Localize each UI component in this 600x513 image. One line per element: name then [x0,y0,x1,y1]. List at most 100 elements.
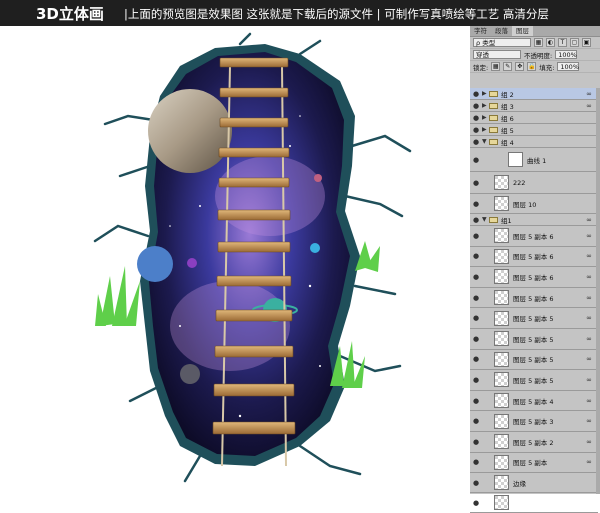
layer-row[interactable]: ● [470,493,598,513]
adjustment-filter-icon[interactable]: ◐ [546,38,555,47]
layer-name[interactable]: 图层 5 副本 4 [513,396,553,406]
layer-name[interactable]: 图层 5 副本 6 [513,251,553,261]
layer-group-row[interactable]: ● ▶ 组 6 [470,112,598,124]
visibility-eye-icon[interactable]: ● [470,273,482,281]
layer-group-row[interactable]: ● ▼ 组 4 [470,136,598,148]
visibility-eye-icon[interactable]: ● [470,216,482,224]
layer-name[interactable]: 组 3 [501,101,514,111]
visibility-eye-icon[interactable]: ● [470,355,482,363]
link-icon[interactable]: ∞ [586,216,592,224]
layer-row[interactable]: ● 图层 5 副本 5 ∞ [470,350,598,371]
link-icon[interactable]: ∞ [586,438,592,446]
lock-position-icon[interactable]: ✥ [515,62,525,71]
layer-name[interactable]: 图层 5 副本 6 [513,231,553,241]
visibility-eye-icon[interactable]: ● [470,126,482,134]
layer-group-row[interactable]: ● ▶ 组 5 [470,124,598,136]
layer-row[interactable]: ● 图层 5 副本 5 ∞ [470,329,598,350]
link-icon[interactable]: ∞ [586,458,592,466]
visibility-eye-icon[interactable]: ● [470,376,482,384]
layer-row[interactable]: ● 图层 5 副本 4 ∞ [470,391,598,412]
visibility-eye-icon[interactable]: ● [470,156,482,164]
visibility-eye-icon[interactable]: ● [470,179,482,187]
layer-name[interactable]: 组 6 [501,113,514,123]
visibility-eye-icon[interactable]: ● [470,138,482,146]
shape-filter-icon[interactable]: ▢ [570,38,579,47]
layer-row[interactable]: ● 图层 5 副本 6 ∞ [470,226,598,247]
link-icon[interactable]: ∞ [586,90,592,98]
expand-arrow-icon[interactable]: ▶ [482,90,489,97]
link-icon[interactable]: ∞ [586,417,592,425]
visibility-eye-icon[interactable]: ● [470,102,482,110]
tab-character[interactable]: 字符 [470,26,491,36]
blend-mode-select[interactable]: 穿透 [473,50,521,59]
lock-transparent-icon[interactable]: ▦ [491,62,501,71]
visibility-eye-icon[interactable]: ● [470,397,482,405]
layer-row[interactable]: ● 图层 5 副本 6 ∞ [470,247,598,268]
smart-object-filter-icon[interactable]: ▣ [582,38,591,47]
layer-name[interactable]: 图层 5 副本 6 [513,293,553,303]
link-icon[interactable]: ∞ [586,314,592,322]
visibility-eye-icon[interactable]: ● [470,458,482,466]
layer-name[interactable]: 222 [513,179,525,187]
layer-name[interactable]: 组 4 [501,137,514,147]
visibility-eye-icon[interactable]: ● [470,499,482,507]
visibility-eye-icon[interactable]: ● [470,417,482,425]
layer-row[interactable]: ● 图层 10 [470,194,598,214]
layer-group-row[interactable]: ● ▶ 组 2 ∞ [470,88,598,100]
visibility-eye-icon[interactable]: ● [470,232,482,240]
layer-row[interactable]: ● 图层 5 副本 6 ∞ [470,267,598,288]
tab-paragraph[interactable]: 段落 [491,26,512,36]
visibility-eye-icon[interactable]: ● [470,200,482,208]
link-icon[interactable]: ∞ [586,273,592,281]
expand-arrow-icon[interactable]: ▶ [482,126,489,133]
layer-name[interactable]: 图层 5 副本 3 [513,416,553,426]
layer-group-row[interactable]: ● ▼ 组1 ∞ [470,214,598,226]
layer-row[interactable]: ● 图层 5 副本 3 ∞ [470,411,598,432]
visibility-eye-icon[interactable]: ● [470,335,482,343]
layer-row[interactable]: ● 曲线 1 [470,148,598,172]
opacity-input[interactable]: 100% [555,50,578,59]
layer-name[interactable]: 图层 5 副本 5 [513,375,553,385]
layer-name[interactable]: 组 2 [501,89,514,99]
layer-name[interactable]: 图层 5 副本 5 [513,354,553,364]
visibility-eye-icon[interactable]: ● [470,314,482,322]
tab-layers[interactable]: 图层 [512,26,533,36]
layer-name[interactable]: 曲线 1 [527,155,546,165]
link-icon[interactable]: ∞ [586,397,592,405]
link-icon[interactable]: ∞ [586,252,592,260]
layer-row[interactable]: ● 图层 5 副本 5 ∞ [470,370,598,391]
link-icon[interactable]: ∞ [586,294,592,302]
layer-name[interactable]: 组1 [501,215,512,225]
layer-name[interactable]: 图层 5 副本 6 [513,272,553,282]
lock-all-icon[interactable]: 🔒 [527,62,537,71]
visibility-eye-icon[interactable]: ● [470,479,482,487]
layer-name[interactable]: 边缘 [513,478,526,488]
visibility-eye-icon[interactable]: ● [470,294,482,302]
layer-name[interactable]: 图层 5 副本 5 [513,334,553,344]
layer-name[interactable]: 图层 5 副本 5 [513,313,553,323]
visibility-eye-icon[interactable]: ● [470,114,482,122]
layer-row[interactable]: ● 边缘 [470,473,598,494]
link-icon[interactable]: ∞ [586,376,592,384]
layers-scrollbar[interactable] [596,88,600,494]
kind-filter-select[interactable]: ρ 类型 [473,38,531,47]
link-icon[interactable]: ∞ [586,232,592,240]
layer-name[interactable]: 图层 10 [513,199,536,209]
layer-row[interactable]: ● 图层 5 副本 2 ∞ [470,432,598,453]
visibility-eye-icon[interactable]: ● [470,438,482,446]
link-icon[interactable]: ∞ [586,102,592,110]
type-filter-icon[interactable]: T [558,38,567,47]
layer-row[interactable]: ● 222 [470,172,598,194]
layer-row[interactable]: ● 图层 5 副本 ∞ [470,453,598,474]
expand-arrow-icon[interactable]: ▶ [482,114,489,121]
visibility-eye-icon[interactable]: ● [470,252,482,260]
expand-arrow-icon[interactable]: ▶ [482,102,489,109]
fill-input[interactable]: 100% [557,62,580,71]
collapse-arrow-icon[interactable]: ▼ [482,216,489,223]
layer-name[interactable]: 组 5 [501,125,514,135]
layer-group-row[interactable]: ● ▶ 组 3 ∞ [470,100,598,112]
layer-name[interactable]: 图层 5 副本 2 [513,437,553,447]
layer-row[interactable]: ● 图层 5 副本 5 ∞ [470,308,598,329]
lock-image-icon[interactable]: ✎ [503,62,513,71]
visibility-eye-icon[interactable]: ● [470,90,482,98]
